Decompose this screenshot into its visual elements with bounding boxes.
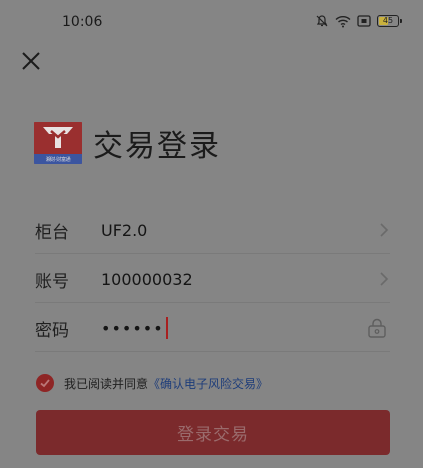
status-icons: 45 [315,14,402,28]
logo-text: 湘财·财富通 [45,156,71,163]
chevron-right-icon [380,272,389,286]
counter-label: 柜台 [35,222,69,243]
wifi-icon [335,15,351,28]
login-button[interactable]: 登录交易 [36,410,390,455]
sim-icon [357,15,371,27]
account-label: 账号 [35,271,69,292]
divider [35,351,390,352]
battery-level: 45 [382,16,394,25]
close-button[interactable] [19,49,43,73]
page-title: 交易登录 [93,129,221,164]
password-row: 密码 •••••• [35,304,390,352]
mute-bell-icon [315,14,329,28]
brand-header: 湘财·财富通 交易登录 [34,120,221,166]
checkmark-icon [40,379,50,388]
battery-icon: 45 [377,15,402,27]
agreement-checkbox[interactable] [36,374,54,392]
counter-value: UF2.0 [101,220,148,240]
agreement-link[interactable]: 《确认电子风险交易》 [148,375,268,392]
status-bar: 10:06 45 [0,0,423,42]
text-caret [165,317,168,339]
divider [35,253,390,254]
login-screen: 10:06 45 湘财·财富通 交易登录 柜台 UF2.0 账号 1000000… [0,0,423,468]
close-icon [22,52,40,70]
agreement-text: 我已阅读并同意 [64,376,149,391]
brand-logo: 湘财·财富通 [34,122,82,164]
account-value: 100000032 [101,269,193,289]
agreement-row: 我已阅读并同意 《确认电子风险交易》 [36,374,268,392]
counter-selector[interactable]: 柜台 UF2.0 [35,206,390,254]
password-field[interactable]: •••••• [101,317,390,339]
chevron-right-icon [380,223,389,237]
divider [35,302,390,303]
password-label: 密码 [35,320,69,341]
status-time: 10:06 [62,14,103,30]
lock-keyboard-icon[interactable] [366,317,388,339]
account-selector[interactable]: 账号 100000032 [35,255,390,303]
password-value: •••••• [101,318,164,338]
